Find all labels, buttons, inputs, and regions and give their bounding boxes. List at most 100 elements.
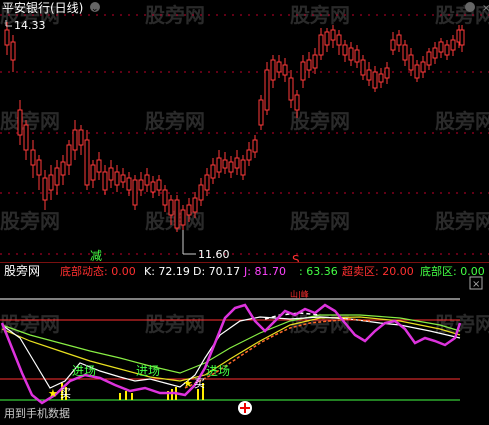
candle-body xyxy=(198,184,204,201)
candle-body xyxy=(276,61,282,73)
low-price-label: 11.60 xyxy=(198,248,230,261)
candle-body xyxy=(432,47,438,59)
entry-label: 进场 xyxy=(206,364,230,378)
candle-body xyxy=(342,44,348,56)
candle-body xyxy=(222,159,228,169)
candle-body xyxy=(414,64,420,79)
buy-star-icon: ★ xyxy=(183,377,193,390)
candle-body xyxy=(294,94,300,111)
candle-body xyxy=(258,99,264,126)
candle-body xyxy=(84,139,90,186)
candle-body xyxy=(396,34,402,46)
candle-body xyxy=(366,69,372,81)
candle-body xyxy=(240,159,246,176)
candle-body xyxy=(306,59,312,71)
indicator-value: 底部动态: 0.00 xyxy=(60,264,136,278)
watermark: 股旁网 xyxy=(290,109,350,133)
indicator-header: 股旁网 底部动态: 0.00 K: 72.19 D: 70.17 J: 81.7… xyxy=(4,263,485,278)
candle-body xyxy=(132,179,138,206)
candle-body xyxy=(120,174,126,183)
candle-body xyxy=(54,167,60,186)
candle-body xyxy=(204,174,210,191)
candle-body xyxy=(408,54,414,71)
watermark: 股旁网 xyxy=(435,209,489,233)
candle-body xyxy=(438,41,444,53)
watermark: 股旁网 xyxy=(0,109,60,133)
candle-body xyxy=(30,149,36,166)
candle-body xyxy=(360,59,366,76)
main-price-chart[interactable]: 股旁网 股旁网 股旁网 股旁网 股旁网 股旁网 股旁网 股旁网 股旁网 股旁网 … xyxy=(0,0,489,267)
candle-body xyxy=(156,179,162,191)
candle-body xyxy=(354,49,360,63)
candle-body xyxy=(186,204,192,216)
indicator-value: J: 81.70 xyxy=(243,265,286,278)
watermark: 股旁网 xyxy=(290,209,350,233)
settings-dropdown-icon[interactable] xyxy=(465,2,475,12)
entry-label: 进场 xyxy=(72,364,96,378)
candle-body xyxy=(450,39,456,51)
candle-body xyxy=(426,51,432,66)
candle-body xyxy=(216,157,222,173)
candle-body xyxy=(348,47,354,61)
watermark-group: 股旁网 股旁网 股旁网 股旁网 股旁网 股旁网 股旁网 股旁网 股旁网 股旁网 … xyxy=(0,3,489,233)
candle-body xyxy=(23,124,29,151)
candle-body xyxy=(60,161,66,176)
indicator-svg: 股旁网 股旁网 股旁网 股旁网 进场 进场 进场 ★ 买 ★ 买 山|峰 股旁网… xyxy=(0,263,489,420)
bottom-status-text: 用到手机数据 xyxy=(4,406,70,420)
sell-marker: 减 xyxy=(90,249,102,262)
candle-body xyxy=(150,181,156,193)
candle-body xyxy=(192,197,198,213)
candle-body xyxy=(17,109,23,136)
watermark: 股旁网 xyxy=(435,312,489,336)
entry-label: 进场 xyxy=(136,364,160,378)
candlestick-svg: 股旁网 股旁网 股旁网 股旁网 股旁网 股旁网 股旁网 股旁网 股旁网 股旁网 … xyxy=(0,0,489,267)
candle-body xyxy=(420,61,426,73)
candle-body xyxy=(402,44,408,61)
candle-body xyxy=(66,144,72,166)
indicator-name: 股旁网 xyxy=(4,263,40,278)
candle-body xyxy=(384,67,390,79)
candle-body xyxy=(318,34,324,56)
indicator-value: : 63.36 xyxy=(299,265,338,278)
chevron-down-icon: ⌄ xyxy=(91,4,99,14)
watermark: 股旁网 xyxy=(435,109,489,133)
candle-body xyxy=(48,174,54,191)
candle-body xyxy=(210,164,216,179)
candle-body xyxy=(252,139,258,153)
candle-body xyxy=(90,164,96,181)
peak-label: 山|峰 xyxy=(290,289,309,299)
candle-body xyxy=(162,189,168,206)
candle-body xyxy=(42,177,48,201)
candle-body xyxy=(300,61,306,81)
close-icon: × xyxy=(472,279,480,290)
close-icon[interactable]: × xyxy=(482,3,489,14)
candle-body xyxy=(180,209,186,226)
candle-body xyxy=(168,199,174,216)
candle-body xyxy=(270,59,276,81)
candle-body xyxy=(459,29,465,46)
candle-body xyxy=(228,161,234,173)
indicator-value: D: 70.17 xyxy=(193,265,240,278)
candle-body xyxy=(96,159,102,173)
candles-group xyxy=(4,22,465,232)
watermark: 股旁网 xyxy=(145,109,205,133)
candle-body xyxy=(444,44,450,56)
candle-body xyxy=(390,39,396,51)
candle-body xyxy=(102,171,108,191)
watermark: 股旁网 xyxy=(0,209,60,233)
candle-body xyxy=(234,157,240,169)
k-line xyxy=(1,316,461,389)
chart-title: 平安银行(日线) xyxy=(2,0,83,15)
candle-body xyxy=(324,31,330,46)
candle-body xyxy=(372,71,378,89)
s-marker: S xyxy=(292,253,300,262)
candle-body xyxy=(312,54,318,69)
indicator-value: 底部区: 0.00 xyxy=(420,264,485,278)
watermark: 股旁网 xyxy=(145,312,205,336)
candle-body xyxy=(144,174,150,186)
candle-body xyxy=(378,73,384,83)
candle-body xyxy=(282,64,288,76)
indicator-panel[interactable]: 股旁网 股旁网 股旁网 股旁网 进场 进场 进场 ★ 买 ★ 买 山|峰 股旁网… xyxy=(0,263,489,421)
candle-body xyxy=(108,167,114,181)
buy-label: 买 xyxy=(194,377,205,390)
